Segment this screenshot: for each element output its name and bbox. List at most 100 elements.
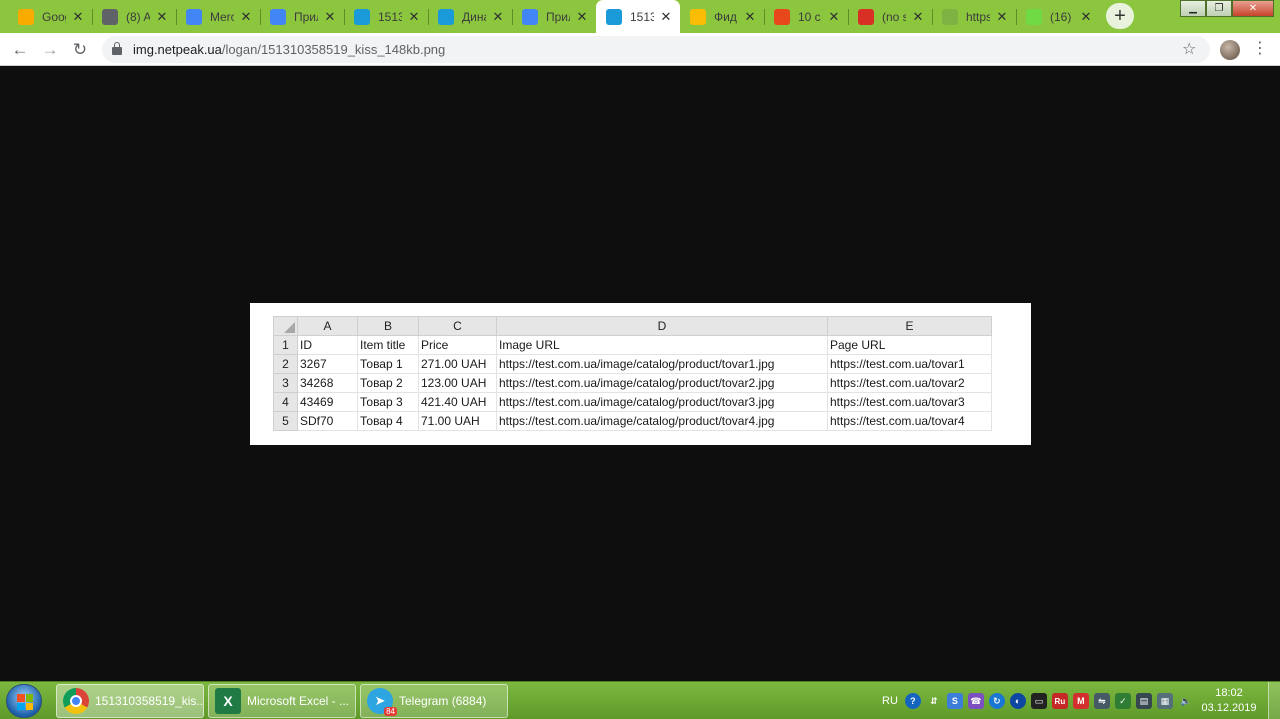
tab-10[interactable]: (no s ✕ xyxy=(848,2,932,31)
table-cell: Товар 1 xyxy=(357,354,419,374)
minimize-button[interactable]: ▁ xyxy=(1180,0,1206,17)
lock-icon[interactable] xyxy=(112,42,122,56)
profile-avatar[interactable] xyxy=(1220,40,1240,60)
clock[interactable]: 18:02 03.12.2019 xyxy=(1196,686,1262,716)
close-tab-icon[interactable]: ✕ xyxy=(154,9,170,25)
table-cell: https://test.com.ua/tovar2 xyxy=(827,373,992,393)
close-window-button[interactable]: ✕ xyxy=(1232,0,1274,17)
back-button[interactable]: ← xyxy=(8,38,32,62)
column-header: E xyxy=(827,316,992,336)
usb-icon[interactable]: ⇋ xyxy=(1093,693,1110,709)
close-tab-icon[interactable]: ✕ xyxy=(574,9,590,25)
show-desktop-button[interactable] xyxy=(1268,682,1280,719)
new-tab-button[interactable]: + xyxy=(1106,3,1134,29)
table-cell: Товар 3 xyxy=(357,392,419,412)
shield-check-icon[interactable]: ✓ xyxy=(1114,693,1131,709)
tab-title: https xyxy=(966,9,990,24)
telegram-icon: ➤ 84 xyxy=(367,688,397,716)
close-tab-icon[interactable]: ✕ xyxy=(238,9,254,25)
table-cell: https://test.com.ua/image/catalog/produc… xyxy=(496,392,828,412)
bookmark-star-icon[interactable]: ☆ xyxy=(1182,39,1196,59)
triangle-icon xyxy=(354,8,370,25)
table-cell: 3267 xyxy=(297,354,358,374)
table-cell: Price xyxy=(418,335,497,355)
windows-taskbar: 151310358519_kis... X Microsoft Excel - … xyxy=(0,681,1280,719)
tab-6[interactable]: Прил ✕ xyxy=(512,2,596,31)
displayed-image: ABCDE 1 ID Item title Price Image URL Page UR… xyxy=(250,303,1031,445)
tab-1[interactable]: (8) A ✕ xyxy=(92,2,176,31)
clipboard-icon[interactable]: ▤ xyxy=(1135,693,1152,709)
tab-title: 1513 xyxy=(378,9,402,24)
taskbar-label: Microsoft Excel - ... xyxy=(247,694,350,708)
address-bar[interactable]: img.netpeak.ua/logan/151310358519_kiss_1… xyxy=(102,36,1210,63)
keyboard-layout-icon[interactable]: Ru xyxy=(1051,693,1068,709)
table-cell: Товар 4 xyxy=(357,411,419,431)
triangle-icon xyxy=(606,8,622,25)
chrome-icon xyxy=(63,688,89,714)
clock-time: 18:02 xyxy=(1215,687,1243,699)
tab-12[interactable]: (16) ✕ xyxy=(1016,2,1100,31)
tab-11[interactable]: https ✕ xyxy=(932,2,1016,31)
help-icon[interactable]: ? xyxy=(904,693,921,709)
tab-3[interactable]: Прил ✕ xyxy=(260,2,344,31)
url-path: /logan/151310358519_kiss_148kb.png xyxy=(221,42,446,57)
analytics-icon xyxy=(18,8,34,25)
network-icon[interactable]: ▦ xyxy=(1156,693,1173,709)
table-cell: 271.00 UAH xyxy=(418,354,497,374)
tab-title: 1513 xyxy=(630,9,654,24)
close-tab-icon[interactable]: ✕ xyxy=(322,9,338,25)
table-row: 1 ID Item title Price Image URL Page URL xyxy=(273,335,992,355)
tab-4[interactable]: 1513 ✕ xyxy=(344,2,428,31)
gmail-icon xyxy=(858,8,874,25)
tab-2[interactable]: Merchant ✕ xyxy=(176,2,260,31)
table-cell: 123.00 UAH xyxy=(418,373,497,393)
update-icon[interactable]: ↻ xyxy=(988,693,1005,709)
reload-button[interactable]: ↻ xyxy=(68,38,92,62)
tab-8[interactable]: Фид ✕ xyxy=(680,2,764,31)
taskbar-item-chrome[interactable]: 151310358519_kis... xyxy=(56,684,204,718)
close-tab-icon[interactable]: ✕ xyxy=(70,9,86,25)
taskbar-item-telegram[interactable]: ➤ 84 Telegram (6884) xyxy=(360,684,508,718)
restore-button[interactable]: ❐ xyxy=(1206,0,1232,17)
table-cell: https://test.com.ua/image/catalog/produc… xyxy=(496,411,828,431)
clock-date: 03.12.2019 xyxy=(1201,702,1257,714)
close-tab-icon[interactable]: ✕ xyxy=(1078,9,1094,25)
docs-icon xyxy=(522,8,538,25)
tab-0[interactable]: Google ✕ xyxy=(8,2,92,31)
tab-strip: Google✕(8) A✕Merchant✕Прил✕1513✕Дина✕При… xyxy=(0,0,1280,33)
arrow-left-icon: ← xyxy=(11,40,29,59)
taskbar-item-excel[interactable]: X Microsoft Excel - ... xyxy=(208,684,356,718)
close-tab-icon[interactable]: ✕ xyxy=(826,9,842,25)
antivirus-icon[interactable]: M xyxy=(1072,693,1089,709)
spreadsheet-table: ABCDE 1 ID Item title Price Image URL Page UR… xyxy=(273,316,992,431)
table-row: 5 SDf70 Товар 4 71.00 UAH https://test.com.u… xyxy=(273,411,992,431)
viber-icon[interactable]: ☎ xyxy=(967,693,984,709)
tab-5[interactable]: Дина ✕ xyxy=(428,2,512,31)
kebab-menu-icon[interactable]: ⋮ xyxy=(1252,39,1268,59)
close-tab-icon[interactable]: ✕ xyxy=(742,9,758,25)
tab-7[interactable]: 1513 ✕ xyxy=(596,0,680,33)
row-header: 4 xyxy=(273,392,298,412)
display-icon[interactable]: ▭ xyxy=(1030,693,1047,709)
sync-icon[interactable]: ◐ xyxy=(1009,693,1026,709)
url-text[interactable]: img.netpeak.ua/logan/151310358519_kiss_1… xyxy=(133,42,445,57)
tray-expand-icon[interactable]: ⇵ xyxy=(926,693,942,709)
arrow-right-icon: → xyxy=(41,40,59,59)
close-tab-icon[interactable]: ✕ xyxy=(406,9,422,25)
tab-9[interactable]: 10 с ✕ xyxy=(764,2,848,31)
close-tab-icon[interactable]: ✕ xyxy=(910,9,926,25)
forward-button[interactable]: → xyxy=(38,38,62,62)
close-tab-icon[interactable]: ✕ xyxy=(490,9,506,25)
language-indicator[interactable]: RU xyxy=(882,695,898,707)
skype-icon[interactable]: S xyxy=(946,693,963,709)
table-cell: SDf70 xyxy=(297,411,358,431)
row-header: 3 xyxy=(273,373,298,393)
select-all-corner xyxy=(273,316,298,336)
unread-badge: 84 xyxy=(384,707,397,716)
reload-icon: ↻ xyxy=(72,40,88,59)
close-tab-icon[interactable]: ✕ xyxy=(658,9,674,25)
start-button[interactable] xyxy=(6,684,42,718)
close-tab-icon[interactable]: ✕ xyxy=(994,9,1010,25)
volume-icon[interactable]: 🔈 xyxy=(1178,693,1194,709)
row-header: 5 xyxy=(273,411,298,431)
